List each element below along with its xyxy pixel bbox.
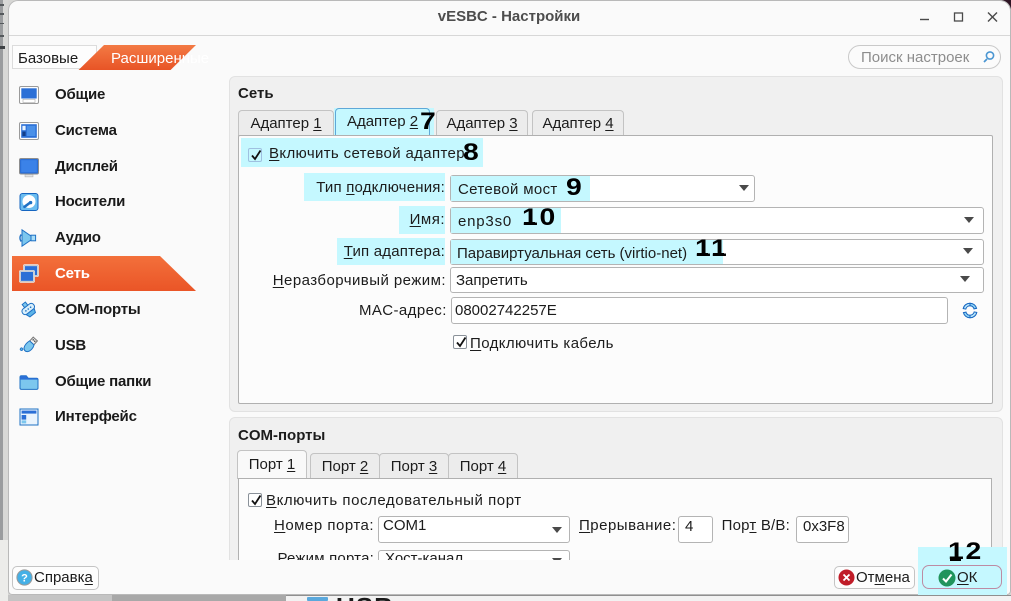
svg-text:?: ? [21,573,28,585]
